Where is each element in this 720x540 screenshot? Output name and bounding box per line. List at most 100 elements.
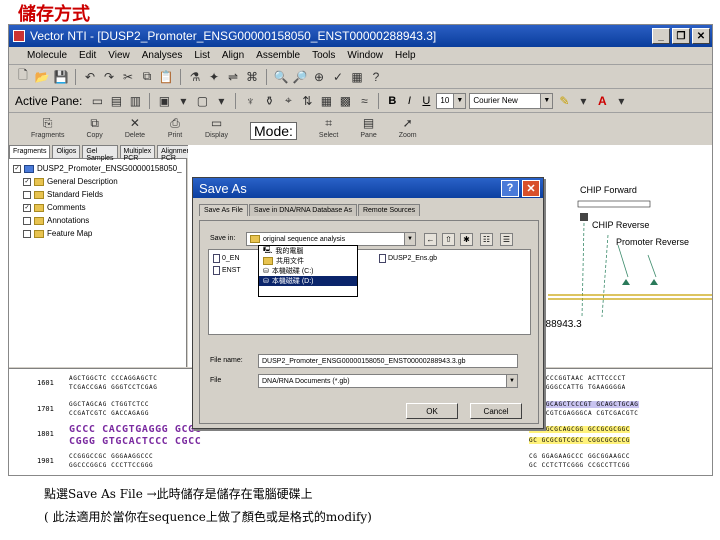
primer-marker[interactable] — [580, 213, 588, 221]
tab-remote-sources[interactable]: Remote Sources — [357, 204, 421, 216]
dropdown-icon[interactable]: ▾ — [175, 93, 191, 109]
pane-text-icon[interactable]: ▤ — [108, 93, 124, 109]
sequence-top-strand[interactable]: GGCTAGCAG CTGGTCTCC — [69, 401, 149, 408]
primer-icon[interactable]: ⇌ — [225, 69, 241, 85]
menu-help[interactable]: Help — [395, 50, 416, 61]
sequence-bottom-strand[interactable]: TCGACCGAG GGGTCCTCGAG — [69, 384, 157, 391]
sequence-top-strand[interactable]: AGCTGGCTC CCCAGGAGCTC — [69, 375, 157, 382]
tab-save-in-database[interactable]: Save in DNA/RNA Database As — [248, 204, 357, 216]
dropdown-item-drive-d[interactable]: ⛁ 本機磁碟 (D:) — [259, 276, 357, 286]
back-icon[interactable]: ← — [424, 233, 437, 246]
highlight-color-icon[interactable]: ✎ — [556, 93, 572, 109]
layout-icon[interactable]: ▣ — [156, 93, 172, 109]
new-icon[interactable]: 🗋 — [15, 68, 31, 85]
tree-item-feature-map[interactable]: Feature Map — [13, 227, 182, 240]
enzyme-icon[interactable]: ✦ — [206, 69, 222, 85]
tree-icon[interactable]: ♆ — [242, 93, 258, 109]
checkbox-icon[interactable] — [23, 190, 31, 199]
dropdown-icon[interactable]: ▾ — [213, 93, 229, 109]
underline-button[interactable]: U — [419, 95, 433, 107]
flask-icon[interactable]: ⚱ — [261, 93, 277, 109]
up-folder-icon[interactable]: ⇧ — [442, 233, 455, 246]
sort-icon[interactable]: ⇅ — [299, 93, 315, 109]
restore-icon[interactable]: ❐ — [672, 28, 690, 44]
sequence-bottom-strand-right[interactable]: GC GCGCGTCGCC CGGCGCGCCG — [529, 437, 631, 444]
sequence-bottom-strand[interactable]: CCGATCGTC GACCAGAGG — [69, 410, 149, 417]
sequence-bottom-strand-right[interactable]: GC CCTCTTCGGG CCGCCTTCGG — [529, 462, 630, 469]
help-icon[interactable]: ? — [368, 69, 384, 85]
menu-tools[interactable]: Tools — [312, 50, 335, 61]
redo-icon[interactable]: ↷ — [101, 69, 117, 85]
close-icon[interactable]: ✕ — [692, 28, 710, 44]
file-item[interactable]: 0_EN — [213, 254, 240, 263]
cancel-button[interactable]: Cancel — [470, 403, 522, 419]
menu-align[interactable]: Align — [222, 50, 244, 61]
file-name-input[interactable]: DUSP2_Promoter_ENSG00000158050_ENST00000… — [258, 354, 518, 368]
find-icon[interactable]: 🔍 — [273, 69, 289, 85]
checkbox-icon[interactable]: ✓ — [23, 203, 31, 212]
open-icon[interactable]: 📂 — [34, 69, 50, 85]
close-icon[interactable]: ✕ — [522, 179, 540, 197]
tab-multiplex-pcr[interactable]: Multiplex PCR — [119, 145, 156, 162]
tree-item-comments[interactable]: ✓ Comments — [13, 201, 182, 214]
sequence-top-strand-right[interactable]: CG CGCGCAGCGG GCCGCGCGGC — [529, 426, 631, 433]
sequence-bottom-strand[interactable]: GGCCCGGCG CCCTTCCGGG — [69, 462, 153, 469]
checkbox-icon[interactable] — [23, 216, 31, 225]
paste-icon[interactable]: 📋 — [158, 69, 174, 85]
zoom-tool[interactable]: ➚ Zoom — [399, 116, 417, 139]
find-next-icon[interactable]: 🔎 — [292, 69, 308, 85]
table-icon[interactable]: ▦ — [318, 93, 334, 109]
menu-list[interactable]: List — [194, 50, 210, 61]
file-item[interactable]: ENST — [213, 266, 241, 275]
sequence-top-strand-highlighted[interactable]: GCCC CACGTGAGGG GCGG — [69, 424, 201, 435]
display-tool[interactable]: ▭ Display — [205, 116, 228, 139]
checkbox-icon[interactable]: ✓ — [23, 177, 31, 186]
menu-analyses[interactable]: Analyses — [142, 50, 183, 61]
dropdown-item-my-computer[interactable]: 🖳 我的電腦 — [259, 246, 357, 256]
delete-tool[interactable]: ✕ Delete — [125, 116, 145, 139]
tree-root[interactable]: ✓ DUSP2_Promoter_ENSG00000158050_ — [13, 162, 182, 175]
pane-graphics-icon[interactable]: ▭ — [89, 93, 105, 109]
chip-forward-marker[interactable] — [577, 200, 651, 208]
menu-view[interactable]: View — [108, 50, 130, 61]
sequence-bottom-strand-right[interactable]: CG GCGTCGAGGGCA CGTCGACGTC — [529, 410, 639, 417]
sequence-top-strand-right[interactable]: CG GGAGAAGCCC GGCGGAAGCC — [529, 453, 630, 460]
tab-gel-samples[interactable]: Gel Samples — [82, 145, 118, 162]
file-item[interactable]: DUSP2_Ens.gb — [379, 254, 437, 263]
new-folder-icon[interactable]: ✱ — [460, 233, 473, 246]
sequence-top-strand-right[interactable]: GC CGCAGCTCCCGT GCAGCTGCAG — [529, 401, 639, 408]
undo-icon[interactable]: ↶ — [82, 69, 98, 85]
checkbox-icon[interactable] — [23, 229, 31, 238]
pane-tool[interactable]: ▤ Pane — [360, 116, 376, 139]
list-view-icon[interactable]: ☰ — [500, 233, 513, 246]
menu-edit[interactable]: Edit — [79, 50, 96, 61]
sequence-top-strand[interactable]: CCGGGCCGC GGGAAGGCCC — [69, 453, 153, 460]
check-icon[interactable]: ✓ — [330, 69, 346, 85]
ok-button[interactable]: OK — [406, 403, 458, 419]
tab-fragments[interactable]: Fragments — [9, 145, 51, 158]
tab-oligos[interactable]: Oligos — [52, 145, 81, 158]
grid-icon[interactable]: ▦ — [349, 69, 365, 85]
minimize-icon[interactable]: _ — [652, 28, 670, 44]
chart-icon[interactable]: ▩ — [337, 93, 353, 109]
font-name-select[interactable]: Courier New ▼ — [469, 92, 554, 109]
file-type-select[interactable]: DNA/RNA Documents (*.gb) ▼ — [258, 374, 518, 388]
checkbox-icon[interactable]: ✓ — [13, 164, 21, 173]
italic-button[interactable]: I — [402, 95, 416, 107]
tree-item-general-description[interactable]: ✓ General Description — [13, 175, 182, 188]
wave-icon[interactable]: ≈ — [356, 93, 372, 109]
sequence-bottom-strand-highlighted[interactable]: CGGG GTGCACTCCC CGCC — [69, 436, 201, 447]
cut-icon[interactable]: ✂ — [120, 69, 136, 85]
save-icon[interactable]: 💾 — [53, 69, 69, 85]
menu-assemble[interactable]: Assemble — [256, 50, 300, 61]
motif-icon[interactable]: ⌘ — [244, 69, 260, 85]
select-tool[interactable]: ⌗ Select — [319, 116, 338, 139]
menu-molecule[interactable]: Molecule — [27, 50, 67, 61]
copy-icon[interactable]: ⧉ — [139, 69, 155, 85]
dropdown-icon[interactable]: ▾ — [613, 93, 629, 109]
help-icon[interactable]: ? — [501, 179, 519, 197]
zoom-icon[interactable]: ⊕ — [311, 69, 327, 85]
window-icon[interactable]: ▢ — [194, 93, 210, 109]
tree-item-standard-fields[interactable]: Standard Fields — [13, 188, 182, 201]
filter-icon[interactable]: ⌖ — [280, 93, 296, 109]
